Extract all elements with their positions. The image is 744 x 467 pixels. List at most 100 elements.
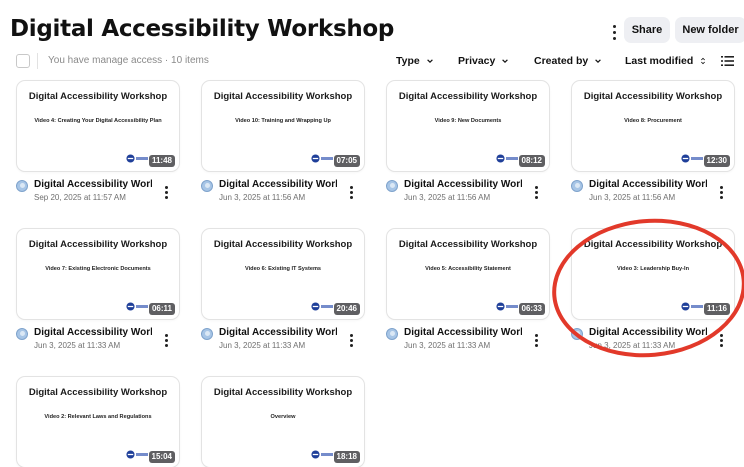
video-title[interactable]: Digital Accessibility Works... [404,179,522,190]
video-thumbnail[interactable]: Digital Accessibility Workshop Overview … [201,376,365,467]
duration-badge: 11:48 [148,155,175,167]
privacy-filter[interactable]: Privacy [458,55,509,67]
card-meta: Digital Accessibility Works... Jun 3, 20… [201,178,365,208]
thumbnail-title: Digital Accessibility Workshop [28,239,168,250]
more-options-icon[interactable] [531,332,541,348]
thumbnail-subtitle: Video 9: New Documents [434,118,502,124]
sort-dropdown[interactable]: Last modified [625,55,707,67]
brand-logo [126,302,148,311]
thumbnail-title: Digital Accessibility Workshop [398,239,538,250]
access-info-text: You have manage access · 10 items [48,55,209,66]
more-options-icon[interactable] [606,22,622,42]
thumbnail-title: Digital Accessibility Workshop [213,239,353,250]
avatar [16,328,28,340]
video-title[interactable]: Digital Accessibility Works... [219,327,337,338]
video-thumbnail[interactable]: Digital Accessibility Workshop Video 7: … [16,228,180,320]
brand-logo [311,154,333,163]
video-date: Jun 3, 2025 at 11:33 AM [404,341,491,350]
duration-badge: 08:12 [518,155,545,167]
thumbnail-title: Digital Accessibility Workshop [583,91,723,102]
video-thumbnail[interactable]: Digital Accessibility Workshop Video 9: … [386,80,550,172]
thumbnail-subtitle: Video 2: Relevant Laws and Regulations [44,414,152,420]
share-button[interactable]: Share [624,17,670,43]
card-meta: Digital Accessibility Works... Jun 3, 20… [386,178,550,208]
thumbnail-subtitle: Video 4: Creating Your Digital Accessibi… [34,118,162,124]
thumbnail-subtitle: Overview [270,414,296,420]
thumbnail-subtitle: Video 8: Procurement [624,118,682,124]
more-options-icon[interactable] [531,184,541,200]
video-title[interactable]: Digital Accessibility Works... [34,179,152,190]
card-meta: Digital Accessibility Works... Jun 3, 20… [201,326,365,356]
brand-logo [496,302,518,311]
duration-badge: 06:33 [518,303,545,315]
video-date: Jun 3, 2025 at 11:56 AM [589,193,676,202]
toolbar: You have manage access · 10 items Type P… [0,52,744,72]
toolbar-divider [37,53,38,69]
video-title[interactable]: Digital Accessibility Works... [589,327,707,338]
brand-logo [681,302,703,311]
brand-logo [496,154,518,163]
video-thumbnail[interactable]: Digital Accessibility Workshop Video 2: … [16,376,180,467]
video-title[interactable]: Digital Accessibility Works... [219,179,337,190]
select-all-checkbox[interactable] [16,54,30,68]
video-date: Jun 3, 2025 at 11:56 AM [404,193,491,202]
created-by-filter[interactable]: Created by [534,55,602,67]
card-meta: Digital Accessibility Works... Jun 3, 20… [16,326,180,356]
video-date: Sep 20, 2025 at 11:57 AM [34,193,126,202]
video-thumbnail[interactable]: Digital Accessibility Workshop Video 5: … [386,228,550,320]
video-thumbnail[interactable]: Digital Accessibility Workshop Video 3: … [571,228,735,320]
duration-badge: 15:04 [148,451,175,463]
card-meta: Digital Accessibility Works... Jun 3, 20… [386,326,550,356]
avatar [201,180,213,192]
more-options-icon[interactable] [716,332,726,348]
privacy-filter-label: Privacy [458,55,496,67]
avatar [386,328,398,340]
page-title: Digital Accessibility Workshop [10,16,395,42]
thumbnail-title: Digital Accessibility Workshop [583,239,723,250]
chevron-down-icon [502,59,509,64]
video-thumbnail[interactable]: Digital Accessibility Workshop Video 10:… [201,80,365,172]
page-header: Digital Accessibility Workshop Share New… [10,16,744,48]
video-date: Jun 3, 2025 at 11:33 AM [589,341,676,350]
duration-badge: 06:11 [148,303,175,315]
video-thumbnail[interactable]: Digital Accessibility Workshop Video 6: … [201,228,365,320]
thumbnail-title: Digital Accessibility Workshop [213,387,353,398]
video-title[interactable]: Digital Accessibility Works... [589,179,707,190]
list-view-icon[interactable] [721,55,734,67]
created-by-filter-label: Created by [534,55,589,67]
thumbnail-title: Digital Accessibility Workshop [28,91,168,102]
card-meta: Digital Accessibility Works... Jun 3, 20… [571,178,735,208]
video-date: Jun 3, 2025 at 11:56 AM [219,193,306,202]
more-options-icon[interactable] [161,184,171,200]
avatar [386,180,398,192]
avatar [16,180,28,192]
duration-badge: 18:18 [333,451,360,463]
brand-logo [126,450,148,459]
card-meta: Digital Accessibility Works... Jun 3, 20… [571,326,735,356]
chevron-down-icon [426,59,433,64]
brand-logo [311,450,333,459]
more-options-icon[interactable] [716,184,726,200]
thumbnail-title: Digital Accessibility Workshop [28,387,168,398]
avatar [571,328,583,340]
video-thumbnail[interactable]: Digital Accessibility Workshop Video 4: … [16,80,180,172]
video-thumbnail[interactable]: Digital Accessibility Workshop Video 8: … [571,80,735,172]
duration-badge: 11:16 [703,303,730,315]
more-options-icon[interactable] [346,332,356,348]
thumbnail-subtitle: Video 10: Training and Wrapping Up [235,118,331,124]
type-filter[interactable]: Type [396,55,434,67]
video-title[interactable]: Digital Accessibility Works... [404,327,522,338]
duration-badge: 12:30 [703,155,730,167]
sort-updown-icon [701,57,706,65]
type-filter-label: Type [396,55,420,67]
more-options-icon[interactable] [161,332,171,348]
thumbnail-subtitle: Video 5: Accessibility Statement [425,266,511,272]
video-date: Jun 3, 2025 at 11:33 AM [219,341,306,350]
more-options-icon[interactable] [346,184,356,200]
sort-label: Last modified [625,55,694,67]
video-title[interactable]: Digital Accessibility Works... [34,327,152,338]
duration-badge: 07:05 [333,155,360,167]
brand-logo [681,154,703,163]
new-folder-button[interactable]: New folder [675,17,744,43]
thumbnail-subtitle: Video 6: Existing IT Systems [244,266,322,272]
